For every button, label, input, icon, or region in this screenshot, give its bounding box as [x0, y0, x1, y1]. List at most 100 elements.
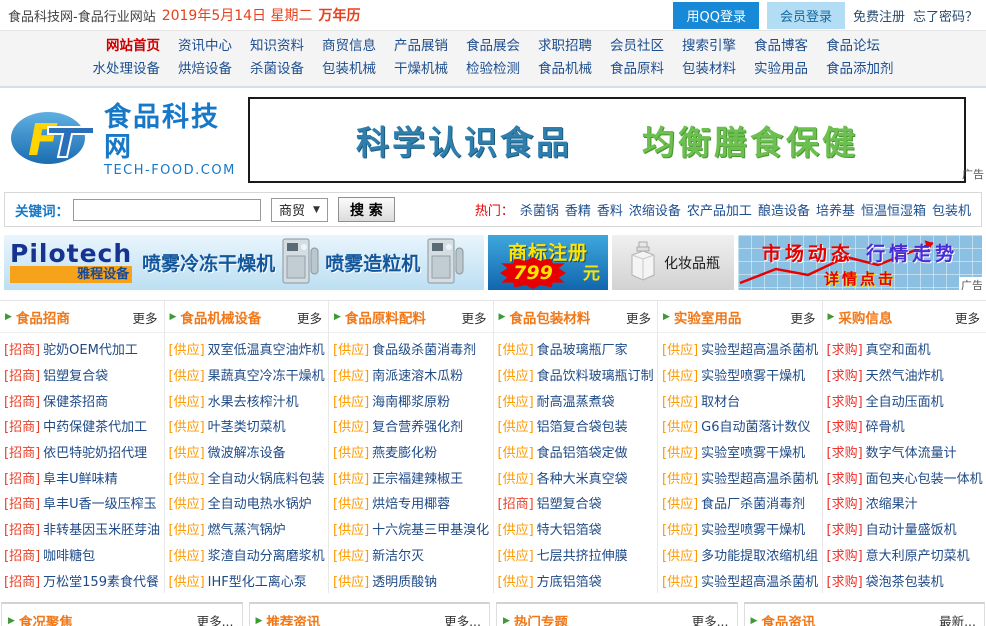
more-link[interactable]: 更多... — [197, 611, 234, 626]
hot-link-6[interactable]: 培养基 — [816, 204, 855, 219]
item-link[interactable]: 全自动电热水锅炉 — [208, 493, 312, 512]
item-link[interactable]: 食品厂杀菌消毒剂 — [701, 493, 805, 512]
hot-link-8[interactable]: 包装机 — [932, 204, 971, 219]
item-link[interactable]: 实验型超高温杀菌机 — [701, 468, 818, 487]
hot-link-3[interactable]: 浓缩设备 — [629, 204, 681, 219]
panel-title-link[interactable]: 食况聚焦 — [19, 611, 73, 626]
item-link[interactable]: 耐高温蒸煮袋 — [537, 391, 615, 410]
nav-category-0[interactable]: 水处理设备 — [93, 61, 161, 77]
hot-link-1[interactable]: 香精 — [565, 204, 591, 219]
more-link[interactable]: 最新... — [939, 611, 976, 626]
nav-item-1[interactable]: 资讯中心 — [178, 38, 232, 54]
item-link[interactable]: 非转基因玉米胚芽油 — [43, 519, 160, 538]
item-link[interactable]: 铝塑复合袋 — [43, 365, 108, 384]
item-link[interactable]: 海南椰浆原粉 — [372, 391, 450, 410]
item-link[interactable]: 铝箔复合袋包装 — [537, 416, 628, 435]
item-link[interactable]: 阜丰U鲜味精 — [43, 468, 118, 487]
more-link[interactable]: 更多 — [790, 308, 815, 327]
nav-item-5[interactable]: 食品展会 — [466, 38, 520, 54]
nav-category-2[interactable]: 杀菌设备 — [250, 61, 304, 77]
register-link[interactable]: 免费注册 — [853, 6, 905, 25]
more-link[interactable]: 更多 — [132, 308, 157, 327]
nav-category-7[interactable]: 食品原料 — [610, 61, 664, 77]
nav-item-7[interactable]: 会员社区 — [610, 38, 664, 54]
column-title-link[interactable]: 食品招商 — [16, 307, 70, 327]
panel-title-link[interactable]: 食品资讯 — [761, 611, 815, 626]
item-link[interactable]: 燃气蒸汽锅炉 — [208, 519, 286, 538]
item-link[interactable]: 面包夹心包装一体机 — [866, 468, 983, 487]
item-link[interactable]: 七层共挤拉伸膜 — [537, 545, 628, 564]
nav-category-8[interactable]: 包装材料 — [682, 61, 736, 77]
hot-link-0[interactable]: 杀菌锅 — [520, 204, 559, 219]
hot-link-7[interactable]: 恒温恒湿箱 — [861, 204, 926, 219]
item-link[interactable]: 天然气油炸机 — [866, 365, 944, 384]
column-title-link[interactable]: 食品机械设备 — [180, 307, 261, 327]
item-link[interactable]: 复合营养强化剂 — [372, 416, 463, 435]
more-link[interactable]: 更多 — [297, 308, 322, 327]
item-link[interactable]: 咖啡糖包 — [43, 545, 95, 564]
nav-item-6[interactable]: 求职招聘 — [538, 38, 592, 54]
item-link[interactable]: 南派速溶木瓜粉 — [372, 365, 463, 384]
hot-link-2[interactable]: 香料 — [597, 204, 623, 219]
item-link[interactable]: 浆渣自动分离磨浆机 — [208, 545, 325, 564]
item-link[interactable]: 叶茎类切菜机 — [208, 416, 286, 435]
nav-item-0[interactable]: 网站首页 — [106, 38, 160, 54]
nav-category-6[interactable]: 食品机械 — [538, 61, 592, 77]
column-title-link[interactable]: 采购信息 — [838, 307, 892, 327]
column-title-link[interactable]: 实验室用品 — [674, 307, 742, 327]
hot-link-5[interactable]: 酿造设备 — [758, 204, 810, 219]
nav-item-10[interactable]: 食品论坛 — [826, 38, 880, 54]
more-link[interactable]: 更多... — [692, 611, 729, 626]
item-link[interactable]: 特大铝箔袋 — [537, 519, 602, 538]
item-link[interactable]: 透明质酸钠 — [372, 571, 437, 590]
item-link[interactable]: IHF型化工离心泵 — [208, 571, 307, 590]
column-title-link[interactable]: 食品包装材料 — [509, 307, 590, 327]
item-link[interactable]: 微波解冻设备 — [208, 442, 286, 461]
item-link[interactable]: 实验型喷雾干燥机 — [701, 365, 805, 384]
nav-category-4[interactable]: 干燥机械 — [394, 61, 448, 77]
nav-category-9[interactable]: 实验用品 — [754, 61, 808, 77]
search-input[interactable] — [73, 199, 261, 221]
qq-login-button[interactable]: 用QQ登录 — [673, 2, 758, 29]
top-banner-ad[interactable]: 科学认识食品 均衡膳食保健 — [248, 97, 966, 183]
item-link[interactable]: 依巴特驼奶招代理 — [43, 442, 147, 461]
item-link[interactable]: 食品玻璃瓶厂家 — [537, 339, 628, 358]
item-link[interactable]: 新洁尔灭 — [372, 545, 424, 564]
item-link[interactable]: 阜丰U香一级压榨玉 — [43, 493, 157, 512]
item-link[interactable]: 方底铝箔袋 — [537, 571, 602, 590]
pilotech-banner-ad[interactable]: Pilotech 雅程设备 喷雾冷冻干燥机 喷雾造粒机 — [4, 235, 484, 290]
item-link[interactable]: 自动计量盛饭机 — [866, 519, 957, 538]
nav-category-5[interactable]: 检验检测 — [466, 61, 520, 77]
item-link[interactable]: 食品级杀菌消毒剂 — [372, 339, 476, 358]
item-link[interactable]: 果蔬真空冷冻干燥机 — [208, 365, 325, 384]
calendar-link[interactable]: 万年历 — [319, 5, 361, 25]
item-link[interactable]: 数字气体流量计 — [866, 442, 957, 461]
panel-title-link[interactable]: 热门专题 — [514, 611, 568, 626]
item-link[interactable]: 全自动压面机 — [866, 391, 944, 410]
more-link[interactable]: 更多 — [955, 308, 980, 327]
item-link[interactable]: 燕麦膨化粉 — [372, 442, 437, 461]
item-link[interactable]: 烘焙专用椰蓉 — [372, 493, 450, 512]
item-link[interactable]: 双室低温真空油炸机 — [208, 339, 325, 358]
nav-item-3[interactable]: 商贸信息 — [322, 38, 376, 54]
column-title-link[interactable]: 食品原料配料 — [345, 307, 426, 327]
item-link[interactable]: 各种大米真空袋 — [537, 468, 628, 487]
item-link[interactable]: G6自动菌落计数仪 — [701, 416, 810, 435]
forgot-password-link[interactable]: 忘了密码？ — [913, 6, 978, 25]
item-link[interactable]: 万松堂159素食代餐 — [43, 571, 159, 590]
nav-category-3[interactable]: 包装机械 — [322, 61, 376, 77]
more-link[interactable]: 更多... — [444, 611, 481, 626]
item-link[interactable]: 袋泡茶包装机 — [866, 571, 944, 590]
site-logo[interactable]: F 食品科技网 TECH-FOOD.COM — [10, 103, 248, 178]
more-link[interactable]: 更多 — [626, 308, 651, 327]
market-trend-ad[interactable]: 市场动态 行情走势 详情点击 广告 — [738, 235, 982, 290]
trademark-ad[interactable]: 商标注册 799 元 — [488, 235, 608, 290]
item-link[interactable]: 碎骨机 — [866, 416, 905, 435]
item-link[interactable]: 浓缩果汁 — [866, 493, 918, 512]
category-select[interactable]: 商贸 ▼ — [271, 198, 328, 222]
item-link[interactable]: 实验型超高温杀菌机 — [701, 571, 818, 590]
item-link[interactable]: 实验型超高温杀菌机 — [701, 339, 818, 358]
nav-category-1[interactable]: 烘焙设备 — [178, 61, 232, 77]
hot-link-4[interactable]: 农产品加工 — [687, 204, 752, 219]
item-link[interactable]: 取材台 — [701, 391, 740, 410]
